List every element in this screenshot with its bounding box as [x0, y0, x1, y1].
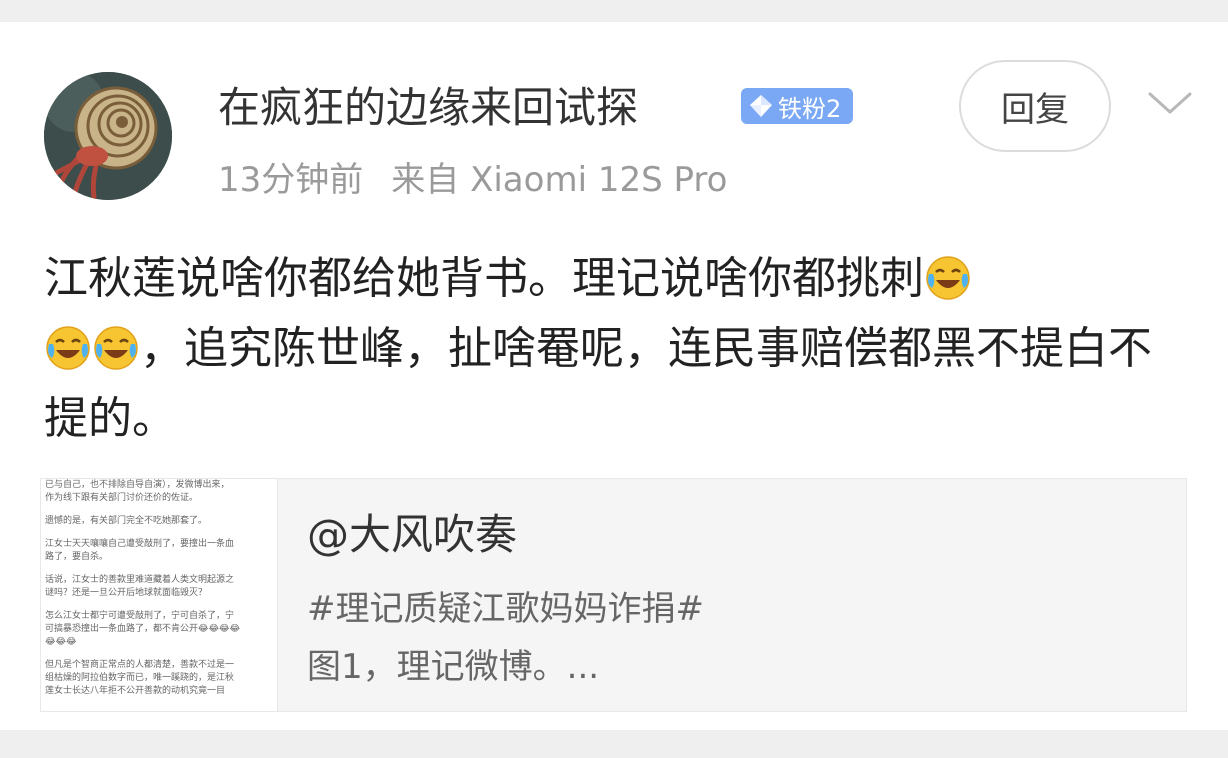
thumb-line: 路了，要自杀。: [45, 552, 109, 562]
reply-button[interactable]: 回复: [959, 60, 1111, 152]
post-text-part-2: ，追究陈世峰，扯啥罨呢，连民事赔偿都黑不提白不提的。: [44, 323, 1152, 444]
diamond-icon: [750, 95, 772, 117]
fan-badge[interactable]: 铁粉2: [741, 88, 853, 124]
laugh-cry-emoji-icon: [94, 326, 138, 370]
post-source: 来自 Xiaomi 12S Pro: [391, 160, 728, 200]
username[interactable]: 在疯狂的边缘来回试探: [218, 82, 638, 134]
badge-label: 铁粉2: [778, 94, 842, 123]
thumb-gap: [41, 528, 277, 538]
post-time: 13分钟前: [218, 160, 364, 200]
thumb-line: 已与自己，也不排除自导自演），发微博出来，: [45, 480, 230, 490]
quote-author[interactable]: @大风吹奏: [307, 507, 517, 563]
thumb-gap: [41, 505, 277, 515]
laugh-cry-emoji-icon: [46, 326, 90, 370]
thumb-gap: [41, 564, 277, 574]
post-text: 江秋莲说啥你都给她背书。理记说啥你都挑刺 ，追究陈世峰，扯啥罨呢，连民事赔偿都黑…: [44, 244, 1194, 454]
thumb-line: 可搞暴恐撞出一条血路了，都不肯公开😂😂😂😂: [45, 624, 241, 634]
quote-excerpt: 图1，理记微博。...: [307, 647, 600, 687]
thumb-line: 😂😂😂: [45, 637, 77, 647]
chevron-down-icon[interactable]: [1146, 88, 1194, 118]
quote-thumbnail[interactable]: 已与自己，也不排除自导自演），发微博出来， 作为线下跟有关部门讨价还价的佐证。 …: [41, 479, 278, 711]
thumb-line: 话说，江女士的善款里难道藏着人类文明起源之: [45, 575, 235, 585]
thumb-line: 怎么江女士都宁可遭受敲刑了，宁可自杀了，宁: [45, 611, 235, 621]
thumb-line: 组枯燥的阿拉伯数字而已，唯一蹊跷的，是江秋: [45, 673, 235, 683]
avatar[interactable]: [44, 72, 172, 200]
ammonite-avatar-icon: [44, 72, 172, 200]
post-meta: 13分钟前 来自 Xiaomi 12S Pro: [218, 158, 727, 202]
post-text-part-1: 江秋莲说啥你都给她背书。理记说啥你都挑刺: [44, 253, 924, 304]
thumb-line: 江女士天天嚷嚷自己遭受敲刑了，要撞出一条血: [45, 539, 235, 549]
thumb-line: 但凡是个智商正常点的人都清楚，善款不过是一: [45, 660, 235, 670]
quote-topic[interactable]: #理记质疑江歌妈妈诈捐#: [307, 585, 704, 633]
thumb-gap: [41, 600, 277, 610]
post-card: 在疯狂的边缘来回试探 铁粉2 13分钟前 来自 Xiaomi 12S Pro 回复…: [0, 22, 1228, 730]
thumb-gap: [41, 649, 277, 659]
thumb-line: 作为线下跟有关部门讨价还价的佐证。: [45, 493, 199, 503]
quoted-post[interactable]: 已与自己，也不排除自导自演），发微博出来， 作为线下跟有关部门讨价还价的佐证。 …: [40, 478, 1187, 712]
thumb-line: 莲女士长达八年拒不公开善款的动机究竟一目: [45, 686, 226, 696]
thumb-line: 谜吗？还是一旦公开后地球就面临毁灭？: [45, 588, 208, 598]
laugh-cry-emoji-icon: [926, 256, 970, 300]
thumb-line: 遗憾的是，有关部门完全不吃她那套了。: [45, 516, 208, 526]
